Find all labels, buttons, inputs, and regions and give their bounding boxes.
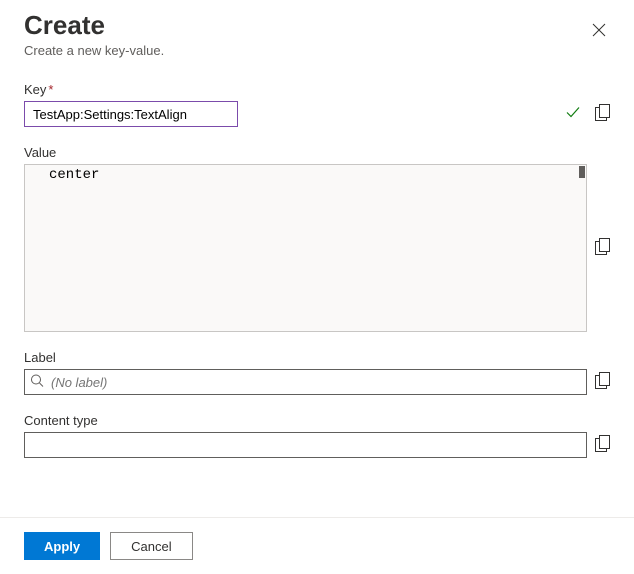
value-textarea[interactable]: center bbox=[24, 164, 587, 332]
value-label: Value bbox=[24, 145, 610, 160]
checkmark-icon bbox=[565, 105, 581, 124]
apply-button[interactable]: Apply bbox=[24, 532, 100, 560]
label-input[interactable] bbox=[24, 369, 587, 395]
copy-key-button[interactable] bbox=[595, 102, 610, 126]
copy-content-type-button[interactable] bbox=[595, 433, 610, 457]
cancel-button[interactable]: Cancel bbox=[110, 532, 192, 560]
value-scrollbar[interactable] bbox=[579, 166, 585, 178]
close-icon bbox=[592, 23, 606, 37]
content-type-input[interactable] bbox=[24, 432, 587, 458]
copy-icon bbox=[595, 104, 610, 121]
copy-value-button[interactable] bbox=[595, 236, 610, 260]
page-title: Create bbox=[24, 10, 164, 41]
content-type-label: Content type bbox=[24, 413, 610, 428]
label-field-label: Label bbox=[24, 350, 610, 365]
footer: Apply Cancel bbox=[0, 517, 634, 574]
page-subtitle: Create a new key-value. bbox=[24, 43, 164, 58]
key-label: Key* bbox=[24, 82, 610, 97]
value-text-content: center bbox=[25, 165, 586, 185]
close-button[interactable] bbox=[588, 18, 610, 44]
copy-icon bbox=[595, 435, 610, 452]
key-input[interactable] bbox=[24, 101, 238, 127]
copy-icon bbox=[595, 238, 610, 255]
copy-icon bbox=[595, 372, 610, 389]
copy-label-button[interactable] bbox=[595, 370, 610, 394]
required-indicator: * bbox=[48, 82, 53, 97]
